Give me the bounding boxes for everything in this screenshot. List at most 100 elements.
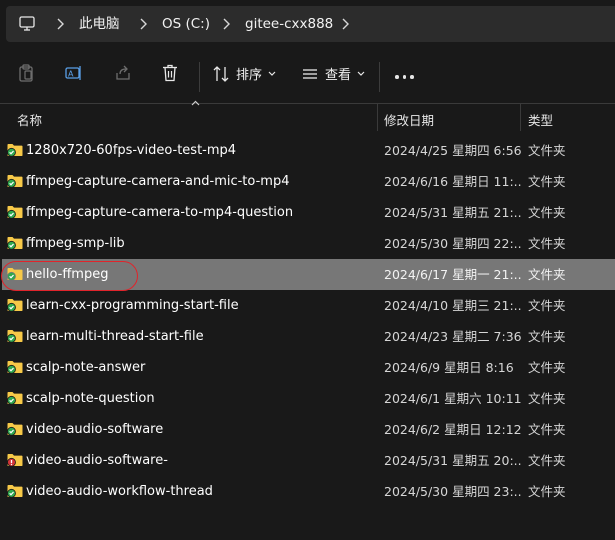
breadcrumb-gitee-cxx888[interactable]: gitee-cxx888 bbox=[245, 16, 333, 32]
file-name: scalp-note-answer bbox=[26, 360, 146, 375]
folder-synced-icon bbox=[7, 423, 23, 436]
folder-synced-icon bbox=[7, 268, 23, 281]
folder-synced-icon bbox=[7, 392, 23, 405]
share-button[interactable] bbox=[114, 64, 132, 82]
file-modified: 2024/6/2 星期日 12:12 bbox=[384, 422, 522, 437]
chevron-right-icon[interactable] bbox=[340, 17, 350, 31]
file-row[interactable]: video-audio-software- 2024/5/31 星期五 20:.… bbox=[2, 445, 615, 476]
folder-synced-icon bbox=[7, 330, 23, 343]
file-modified: 2024/4/25 星期四 6:56 bbox=[384, 143, 522, 158]
folder-synced-icon bbox=[7, 361, 23, 374]
svg-text:A: A bbox=[68, 70, 74, 79]
chevron-right-icon[interactable] bbox=[138, 17, 148, 31]
file-name: video-audio-software bbox=[26, 422, 164, 437]
folder-synced-icon bbox=[7, 299, 23, 312]
file-type: 文件夹 bbox=[528, 298, 566, 313]
file-row[interactable]: learn-cxx-programming-start-file 2024/4/… bbox=[2, 290, 615, 321]
file-modified: 2024/5/31 星期五 20:... bbox=[384, 453, 522, 468]
paste-button[interactable] bbox=[18, 64, 34, 82]
breadcrumb-drive-c[interactable]: OS (C:) bbox=[162, 16, 210, 32]
folder-synced-icon bbox=[7, 206, 23, 219]
column-header-modified[interactable]: 修改日期 bbox=[384, 110, 434, 129]
chevron-down-icon bbox=[268, 71, 276, 76]
rename-button[interactable]: A bbox=[65, 64, 83, 82]
file-name: video-audio-workflow-thread bbox=[26, 484, 213, 499]
column-resize-handle[interactable] bbox=[377, 104, 378, 131]
file-row[interactable]: video-audio-workflow-thread 2024/5/30 星期… bbox=[2, 476, 615, 507]
file-modified: 2024/5/30 星期四 23:... bbox=[384, 484, 522, 499]
file-type: 文件夹 bbox=[528, 422, 566, 437]
trash-icon bbox=[163, 64, 177, 82]
folder-synced-icon bbox=[7, 144, 23, 157]
sort-ascending-icon bbox=[191, 100, 200, 106]
sort-button[interactable]: 排序 bbox=[213, 64, 276, 83]
folder-synced-icon bbox=[7, 237, 23, 250]
file-type: 文件夹 bbox=[528, 391, 566, 406]
more-options-button[interactable] bbox=[395, 75, 414, 79]
file-modified: 2024/4/23 星期二 7:36 bbox=[384, 329, 522, 344]
folder-error-icon bbox=[7, 454, 23, 467]
sort-label: 排序 bbox=[236, 68, 263, 83]
paste-icon bbox=[19, 64, 33, 82]
file-row[interactable]: scalp-note-question 2024/6/1 星期六 10:11 文… bbox=[2, 383, 615, 414]
file-name: video-audio-software- bbox=[26, 453, 168, 468]
column-resize-handle[interactable] bbox=[520, 104, 521, 131]
file-modified: 2024/5/31 星期五 21:... bbox=[384, 205, 522, 220]
file-modified: 2024/6/1 星期六 10:11 bbox=[384, 391, 522, 406]
file-name: hello-ffmpeg bbox=[26, 267, 109, 282]
command-bar: A 排序 查看 bbox=[0, 52, 615, 100]
file-name: 1280x720-60fps-video-test-mp4 bbox=[26, 143, 237, 158]
column-header-name[interactable]: 名称 bbox=[17, 110, 42, 129]
toolbar-divider bbox=[379, 62, 380, 92]
this-pc-icon[interactable] bbox=[19, 16, 35, 31]
file-modified: 2024/6/17 星期一 21:... bbox=[384, 267, 522, 282]
file-type: 文件夹 bbox=[528, 453, 566, 468]
file-type: 文件夹 bbox=[528, 484, 566, 499]
rename-icon: A bbox=[65, 66, 81, 80]
file-name: learn-cxx-programming-start-file bbox=[26, 298, 239, 313]
sort-icon bbox=[213, 65, 229, 82]
chevron-down-icon bbox=[357, 71, 365, 76]
file-name: ffmpeg-capture-camera-to-mp4-question bbox=[26, 205, 294, 220]
file-row[interactable]: 1280x720-60fps-video-test-mp4 2024/4/25 … bbox=[2, 135, 615, 166]
delete-button[interactable] bbox=[162, 64, 178, 82]
file-type: 文件夹 bbox=[528, 143, 566, 158]
toolbar-divider bbox=[199, 62, 200, 92]
folder-synced-icon bbox=[7, 175, 23, 188]
file-type: 文件夹 bbox=[528, 174, 566, 189]
chevron-right-icon[interactable] bbox=[221, 17, 231, 31]
view-label: 查看 bbox=[325, 68, 352, 83]
file-row[interactable]: scalp-note-answer 2024/6/9 星期日 8:16 文件夹 bbox=[2, 352, 615, 383]
file-modified: 2024/6/9 星期日 8:16 bbox=[384, 360, 514, 375]
share-icon bbox=[116, 65, 130, 80]
file-row[interactable]: ffmpeg-capture-camera-to-mp4-question 20… bbox=[2, 197, 615, 228]
file-name: ffmpeg-capture-camera-and-mic-to-mp4 bbox=[26, 174, 290, 189]
view-list-icon bbox=[303, 68, 317, 79]
address-bar[interactable]: 此电脑 OS (C:) gitee-cxx888 bbox=[6, 6, 615, 42]
file-modified: 2024/5/30 星期四 22:... bbox=[384, 236, 522, 251]
file-type: 文件夹 bbox=[528, 267, 566, 282]
file-type: 文件夹 bbox=[528, 329, 566, 344]
more-dot-icon bbox=[402, 75, 407, 79]
column-header-type[interactable]: 类型 bbox=[528, 110, 553, 129]
file-type: 文件夹 bbox=[528, 360, 566, 375]
chevron-right-icon[interactable] bbox=[55, 17, 65, 31]
file-name: ffmpeg-smp-lib bbox=[26, 236, 125, 251]
breadcrumb-this-pc[interactable]: 此电脑 bbox=[79, 16, 120, 32]
file-row[interactable]: ffmpeg-capture-camera-and-mic-to-mp4 202… bbox=[2, 166, 615, 197]
file-type: 文件夹 bbox=[528, 236, 566, 251]
column-header-row: 名称 修改日期 类型 bbox=[0, 100, 615, 131]
file-modified: 2024/6/16 星期日 11:... bbox=[384, 174, 522, 189]
file-type: 文件夹 bbox=[528, 205, 566, 220]
file-modified: 2024/4/10 星期三 21:... bbox=[384, 298, 522, 313]
file-row-selected[interactable]: hello-ffmpeg 2024/6/17 星期一 21:... 文件夹 bbox=[2, 259, 615, 290]
file-row[interactable]: video-audio-software 2024/6/2 星期日 12:12 … bbox=[2, 414, 615, 445]
file-row[interactable]: learn-multi-thread-start-file 2024/4/23 … bbox=[2, 321, 615, 352]
more-dot-icon bbox=[395, 75, 399, 79]
more-dot-icon bbox=[410, 75, 414, 79]
file-name: learn-multi-thread-start-file bbox=[26, 329, 204, 344]
view-button[interactable]: 查看 bbox=[302, 64, 365, 83]
folder-synced-icon bbox=[7, 485, 23, 498]
file-row[interactable]: ffmpeg-smp-lib 2024/5/30 星期四 22:... 文件夹 bbox=[2, 228, 615, 259]
file-name: scalp-note-question bbox=[26, 391, 155, 406]
